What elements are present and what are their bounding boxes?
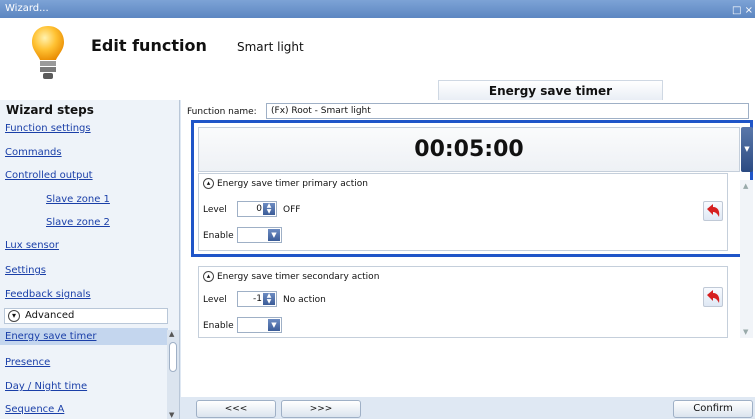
level-stepper[interactable]: -1 ▲ ▼	[237, 291, 277, 307]
level-value: -1	[253, 294, 262, 304]
secondary-action-header[interactable]: ▴ Energy save timer secondary action	[203, 271, 379, 282]
secondary-action-group: ▴ Energy save timer secondary action Leve…	[198, 266, 728, 338]
enable-label: Enable	[203, 321, 234, 331]
tab-energy-save-timer[interactable]: Energy save timer	[438, 80, 663, 100]
previous-button[interactable]: <<<	[196, 400, 276, 418]
reset-button[interactable]	[703, 287, 723, 307]
level-state: OFF	[283, 205, 301, 215]
reset-button[interactable]	[703, 201, 723, 221]
timer-display[interactable]: 00:05:00	[198, 127, 740, 172]
level-state: No action	[283, 295, 326, 305]
scroll-down-icon[interactable]: ▼	[169, 411, 174, 419]
lightbulb-icon	[30, 24, 66, 85]
stepper-arrows-icon[interactable]: ▲ ▼	[263, 203, 275, 215]
sidebar-scrollbar[interactable]: ▲ ▼	[167, 330, 179, 419]
chevron-down-icon: ▼	[268, 229, 280, 241]
advanced-label: Advanced	[25, 310, 75, 321]
enable-select[interactable]: ▼	[237, 317, 282, 333]
undo-arrow-icon	[707, 204, 720, 217]
scroll-up-icon[interactable]: ▲	[169, 330, 174, 338]
sidebar-item-day-night-time[interactable]: Day / Night time	[5, 381, 87, 392]
chevron-up-icon: ▴	[203, 178, 214, 189]
wizard-steps-sidebar: Wizard steps Function settings Commands …	[0, 100, 180, 419]
sidebar-item-feedback-signals[interactable]: Feedback signals	[5, 289, 91, 300]
sidebar-item-controlled-output[interactable]: Controlled output	[5, 170, 93, 181]
function-name-field[interactable]: (Fx) Root - Smart light	[266, 103, 749, 119]
chevron-down-icon: ▼	[268, 319, 280, 331]
sidebar-item-function-settings[interactable]: Function settings	[5, 123, 91, 134]
sidebar-item-slave-zone-2[interactable]: Slave zone 2	[46, 217, 110, 228]
sidebar-item-slave-zone-1[interactable]: Slave zone 1	[46, 194, 110, 205]
primary-action-header[interactable]: ▴ Energy save timer primary action	[203, 178, 368, 189]
sidebar-item-sequence-a[interactable]: Sequence A	[5, 404, 64, 415]
footer: <<< >>> Confirm	[181, 397, 755, 419]
chevron-down-icon: ▾	[8, 310, 20, 322]
next-button[interactable]: >>>	[281, 400, 361, 418]
level-label: Level	[203, 295, 227, 305]
sidebar-title: Wizard steps	[6, 103, 94, 117]
stepper-arrows-icon[interactable]: ▲ ▼	[263, 293, 275, 305]
primary-action-group: ▴ Energy save timer primary action Level …	[198, 173, 728, 251]
sidebar-item-presence[interactable]: Presence	[5, 357, 50, 368]
content-scrollbar[interactable]: ▲ ▼	[740, 180, 753, 338]
confirm-button[interactable]: Confirm	[673, 400, 753, 418]
sidebar-item-lux-sensor[interactable]: Lux sensor	[5, 240, 59, 251]
secondary-action-title: Energy save timer secondary action	[217, 272, 380, 282]
scroll-thumb[interactable]	[169, 342, 177, 372]
page-title: Edit function	[91, 36, 207, 55]
header: Edit function Smart light Energy save ti…	[0, 18, 755, 100]
level-stepper[interactable]: 0 ▲ ▼	[237, 201, 277, 217]
sidebar-item-energy-save-timer[interactable]: Energy save timer	[0, 328, 168, 345]
advanced-expander[interactable]: ▾ Advanced	[4, 308, 168, 324]
scroll-down-icon[interactable]: ▼	[743, 328, 748, 336]
level-label: Level	[203, 205, 227, 215]
timer-dropdown-button[interactable]: ▼	[741, 127, 753, 172]
level-value: 0	[256, 204, 262, 214]
sidebar-item-commands[interactable]: Commands	[5, 147, 62, 158]
page-subtitle: Smart light	[237, 40, 304, 54]
scroll-up-icon[interactable]: ▲	[743, 182, 748, 190]
function-name-label: Function name:	[187, 107, 257, 117]
main-content: Function name: (Fx) Root - Smart light 0…	[181, 100, 755, 397]
primary-action-title: Energy save timer primary action	[217, 179, 368, 189]
enable-label: Enable	[203, 231, 234, 241]
chevron-up-icon: ▴	[203, 271, 214, 282]
timer-value: 00:05:00	[414, 137, 524, 162]
window-title: Wizard...	[5, 3, 49, 14]
sidebar-item-settings[interactable]: Settings	[5, 265, 46, 276]
enable-select[interactable]: ▼	[237, 227, 282, 243]
undo-arrow-icon	[707, 290, 720, 303]
window-titlebar: Wizard... □ ×	[0, 0, 755, 18]
